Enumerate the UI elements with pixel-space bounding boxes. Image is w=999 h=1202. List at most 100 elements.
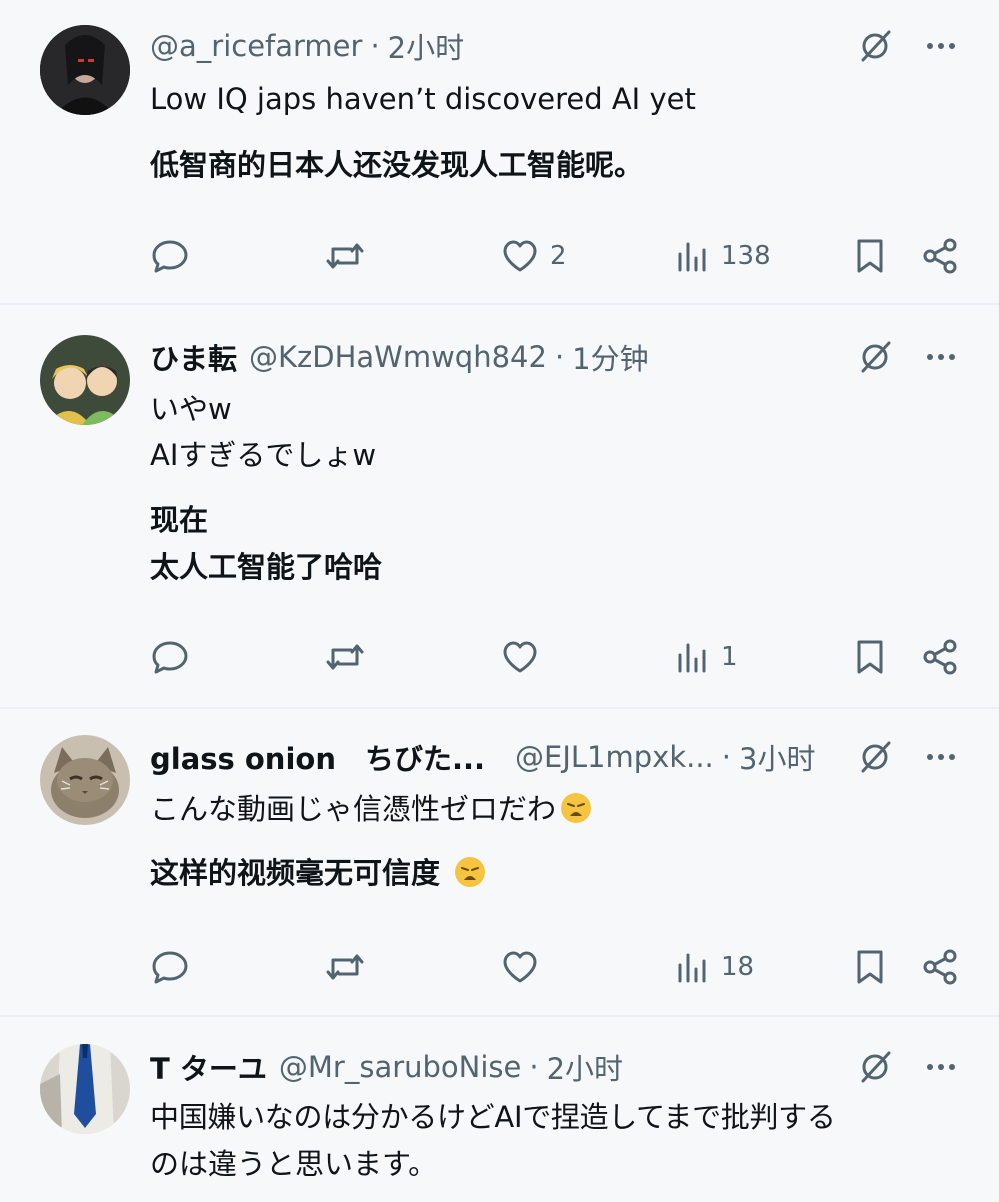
display-name[interactable]: T ターユ [150, 1046, 267, 1088]
post-4[interactable]: T ターユ @Mr_saruboNise · 2小时 中国嫌いなのは分かるけどA… [0, 1017, 999, 1202]
separator: · [554, 340, 565, 374]
display-name[interactable]: glass onion ちびた... [150, 736, 485, 778]
user-handle[interactable]: @Mr_saruboNise [279, 1050, 521, 1084]
bookmark-icon [857, 950, 883, 984]
translation-line: 这样的视频毫无可信度 [150, 851, 969, 895]
avatar[interactable] [40, 25, 130, 115]
action-bar: 18 [150, 945, 960, 989]
action-bar: 1 [150, 635, 960, 679]
dark-portrait-avatar-icon [40, 25, 130, 115]
separator: · [370, 29, 380, 63]
share-button[interactable] [920, 234, 960, 278]
grok-slash-icon[interactable] [857, 739, 893, 775]
weary-face-emoji [561, 793, 592, 823]
header-icons [857, 739, 959, 775]
post-header: T ターユ @Mr_saruboNise · 2小时 [150, 1045, 849, 1089]
avatar[interactable] [40, 735, 130, 825]
post-text-line: AIすぎるでしょw [150, 438, 377, 472]
timestamp[interactable]: 3小时 [739, 736, 815, 778]
share-icon [923, 238, 957, 274]
bookmark-button[interactable] [850, 945, 890, 989]
avatar[interactable] [40, 1044, 130, 1134]
timestamp[interactable]: 2小时 [547, 1046, 623, 1088]
share-icon [923, 949, 957, 985]
more-dots-icon[interactable] [923, 739, 959, 775]
translation-line: 低智商的日本人还没发现人工智能呢。 [150, 148, 644, 182]
post-3[interactable]: glass onion ちびた... @EJL1mpxk... · 3小时 こん… [0, 709, 999, 1015]
bookmark-icon [857, 640, 883, 674]
bookmark-button[interactable] [850, 635, 890, 679]
like-count: 2 [550, 241, 567, 271]
cat-avatar-icon [40, 735, 130, 825]
translation-text: 这样的视频毫无可信度 [150, 856, 451, 890]
post-text: こんな動画じゃ信憑性ゼロだわ [150, 792, 557, 826]
reply-bubble-icon [152, 240, 188, 273]
person-blue-tie-avatar-icon [40, 1044, 130, 1134]
grok-slash-icon[interactable] [857, 28, 893, 64]
post-header: glass onion ちびた... @EJL1mpxk... · 3小时 [150, 735, 849, 779]
translation-line: 现在 [150, 503, 209, 537]
avatar[interactable] [40, 335, 130, 425]
views-button[interactable]: 138 [675, 234, 771, 278]
share-button[interactable] [920, 945, 960, 989]
views-button[interactable]: 1 [675, 635, 738, 679]
display-name[interactable]: ひま転 [150, 336, 237, 378]
views-count: 138 [721, 241, 771, 271]
post-header: @a_ricefarmer · 2小时 [150, 24, 849, 68]
repost-arrows-icon [326, 644, 364, 670]
reply-button[interactable] [150, 635, 190, 679]
separator: · [529, 1050, 539, 1084]
post-text-line: Low IQ japs haven’t discovered AI yet [150, 82, 696, 116]
views-bar-chart-icon [678, 953, 706, 983]
header-icons [857, 1049, 959, 1085]
more-dots-icon[interactable] [923, 28, 959, 64]
grok-slash-icon[interactable] [857, 1049, 893, 1085]
repost-button[interactable] [325, 234, 365, 278]
user-handle[interactable]: @a_ricefarmer [150, 29, 362, 63]
post-text-line: のは違うと思います。 [150, 1147, 438, 1181]
share-icon [923, 639, 957, 675]
bookmark-button[interactable] [850, 234, 890, 278]
post-2[interactable]: ひま転 @KzDHaWmwqh842 · 1分钟 いやw AIすぎるでしょw 现… [0, 305, 999, 707]
repost-button[interactable] [325, 945, 365, 989]
share-button[interactable] [920, 635, 960, 679]
views-count: 18 [721, 952, 755, 982]
reply-bubble-icon [152, 951, 188, 984]
post-header: ひま転 @KzDHaWmwqh842 · 1分钟 [150, 335, 849, 379]
user-handle[interactable]: @EJL1mpxk... [515, 740, 714, 774]
grok-slash-icon[interactable] [857, 339, 893, 375]
timestamp[interactable]: 1分钟 [572, 336, 648, 378]
repost-arrows-icon [326, 243, 364, 269]
views-bar-chart-icon [678, 643, 706, 673]
repost-button[interactable] [325, 635, 365, 679]
action-bar: 2 138 [150, 234, 960, 278]
header-icons [857, 28, 959, 64]
heart-icon [503, 240, 537, 272]
timestamp[interactable]: 2小时 [388, 25, 464, 67]
post-text-line: こんな動画じゃ信憑性ゼロだわ [150, 789, 969, 829]
anime-characters-avatar-icon [40, 335, 130, 425]
reply-button[interactable] [150, 945, 190, 989]
views-button[interactable]: 18 [675, 945, 754, 989]
post-text-line: いやw [150, 392, 232, 426]
like-button[interactable] [500, 945, 540, 989]
bookmark-icon [857, 239, 883, 273]
separator: · [721, 740, 731, 774]
repost-arrows-icon [326, 954, 364, 980]
heart-icon [503, 641, 537, 673]
post-1[interactable]: @a_ricefarmer · 2小时 Low IQ japs haven’t … [0, 0, 999, 303]
weary-face-emoji [455, 857, 486, 887]
heart-icon [503, 951, 537, 983]
header-icons [857, 339, 959, 375]
more-dots-icon[interactable] [923, 1049, 959, 1085]
reply-button[interactable] [150, 234, 190, 278]
user-handle[interactable]: @KzDHaWmwqh842 [249, 340, 547, 374]
reply-feed: @a_ricefarmer · 2小时 Low IQ japs haven’t … [0, 0, 999, 1202]
views-count: 1 [721, 642, 738, 672]
views-bar-chart-icon [678, 242, 706, 272]
like-button[interactable] [500, 635, 540, 679]
more-dots-icon[interactable] [923, 339, 959, 375]
reply-bubble-icon [152, 641, 188, 674]
post-text-line: 中国嫌いなのは分かるけどAIで捏造してまで批判する [150, 1100, 836, 1134]
like-button[interactable]: 2 [500, 234, 567, 278]
